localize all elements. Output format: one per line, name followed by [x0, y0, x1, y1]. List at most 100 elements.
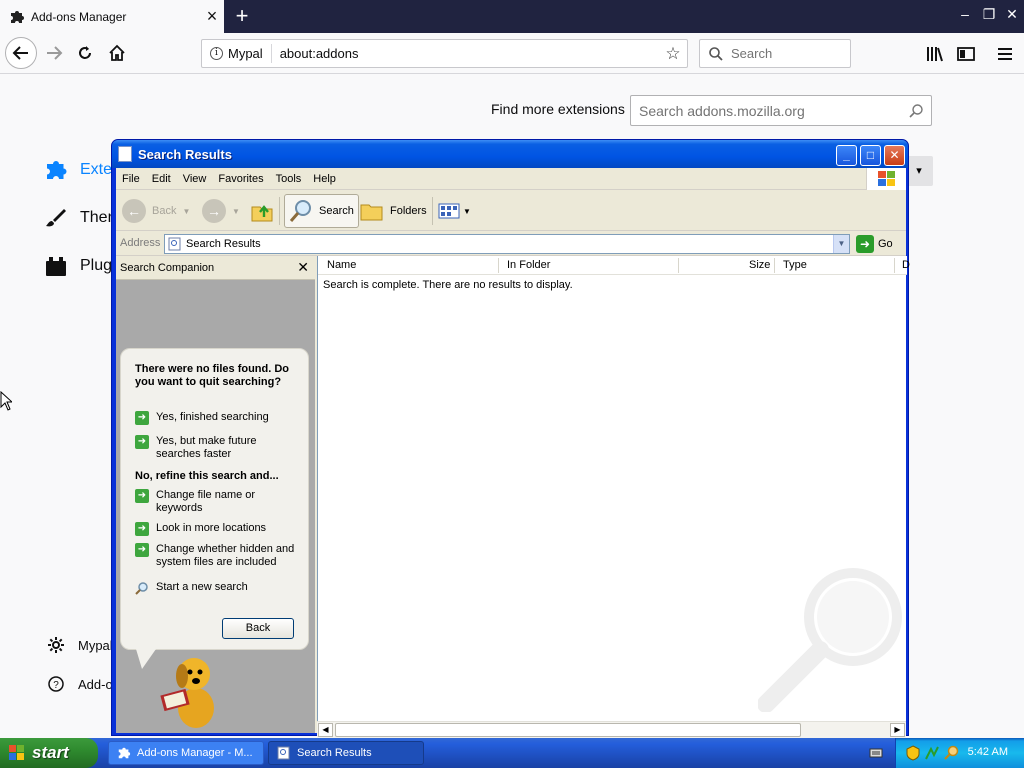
green-arrow-icon: ➜: [135, 522, 149, 536]
toolbar-separator: [279, 197, 280, 225]
column-separator[interactable]: [498, 258, 499, 273]
window-title-bar[interactable]: Search Results _ □ ✕: [112, 140, 908, 168]
hamburger-menu-icon[interactable]: [995, 44, 1015, 64]
category-themes[interactable]: Then: [44, 206, 116, 230]
close-browser-icon[interactable]: ✕: [1002, 4, 1022, 24]
home-button[interactable]: [103, 39, 131, 67]
no-files-question: There were no files found. Do you want t…: [135, 363, 290, 388]
option-faster-searches[interactable]: ➜ Yes, but make future searches faster: [135, 435, 295, 461]
forward-toolbar-button[interactable]: → ▼: [202, 194, 240, 228]
column-name[interactable]: Name: [327, 259, 356, 271]
security-shield-icon[interactable]: [906, 745, 920, 761]
empty-results-message: Search is complete. There are no results…: [323, 279, 573, 291]
address-input[interactable]: Search Results ▼: [164, 234, 850, 254]
option-new-search[interactable]: Start a new search: [135, 581, 248, 595]
browser-search-bar[interactable]: Search: [699, 39, 851, 68]
tab-addons-manager[interactable]: Add-ons Manager ×: [0, 0, 224, 33]
address-bar: Address Search Results ▼ ➜ Go: [116, 232, 906, 256]
menu-favorites[interactable]: Favorites: [212, 173, 269, 185]
nav-bar: i Mypal about:addons ☆ Search: [0, 33, 1024, 74]
green-arrow-icon: ➜: [135, 489, 149, 503]
minimize-button[interactable]: _: [836, 145, 857, 166]
menu-file[interactable]: File: [116, 173, 146, 185]
start-label: start: [32, 743, 69, 762]
tab-close-icon[interactable]: ×: [200, 6, 224, 27]
utilities-dropdown-button[interactable]: ▾: [905, 156, 933, 186]
horizontal-scrollbar[interactable]: ◀ ▶: [317, 721, 906, 738]
minimize-browser-icon[interactable]: –: [955, 4, 975, 24]
gear-icon: [48, 637, 64, 653]
url-bar[interactable]: i Mypal about:addons ☆: [201, 39, 688, 68]
window-client: File Edit View Favorites Tools Help ← Ba…: [116, 168, 910, 738]
windows-logo-icon: [866, 168, 906, 190]
column-size[interactable]: Size: [749, 259, 770, 271]
toolbar: ← Back ▼ → ▼ Search Folders ▼: [116, 191, 906, 231]
column-date[interactable]: D: [902, 259, 910, 271]
column-separator[interactable]: [774, 258, 775, 273]
system-tray: 5:42 AM: [895, 738, 1024, 768]
scroll-thumb[interactable]: [335, 723, 801, 737]
companion-back-button[interactable]: Back: [222, 618, 294, 639]
url-text[interactable]: about:addons: [280, 46, 659, 61]
folders-toolbar-button[interactable]: Folders: [360, 194, 427, 228]
back-toolbar-button[interactable]: ← Back ▼: [122, 194, 190, 228]
column-separator[interactable]: [894, 258, 895, 273]
identity-label: Mypal: [228, 46, 263, 61]
results-list[interactable]: Name In Folder Size Type D Search is com…: [317, 256, 910, 721]
address-dropdown-icon[interactable]: ▼: [833, 235, 849, 253]
scroll-left-icon[interactable]: ◀: [318, 723, 333, 737]
go-label: Go: [878, 238, 893, 250]
search-toolbar-button[interactable]: Search: [284, 194, 359, 228]
address-label: Address: [120, 237, 161, 249]
green-arrow-icon: ➜: [135, 435, 149, 449]
library-icon[interactable]: [925, 44, 945, 64]
start-button[interactable]: start: [0, 738, 98, 768]
close-button[interactable]: ✕: [884, 145, 905, 166]
option-more-locations[interactable]: ➜ Look in more locations: [135, 522, 266, 536]
category-extensions[interactable]: Exten: [44, 158, 121, 182]
tab-strip: Add-ons Manager × + – ❐ ✕: [0, 0, 1024, 33]
menu-tools[interactable]: Tools: [270, 173, 308, 185]
column-in-folder[interactable]: In Folder: [507, 259, 550, 271]
menu-edit[interactable]: Edit: [146, 173, 177, 185]
search-icon: [909, 103, 923, 118]
restore-browser-icon[interactable]: ❐: [979, 4, 999, 24]
up-folder-button[interactable]: [250, 194, 274, 228]
footer-label: Mypal: [78, 637, 113, 653]
go-button[interactable]: ➜ Go: [856, 235, 893, 253]
back-button[interactable]: [5, 37, 37, 69]
bookmark-star-icon[interactable]: ☆: [659, 44, 687, 64]
menu-view[interactable]: View: [177, 173, 213, 185]
amo-search-placeholder: Search addons.mozilla.org: [639, 102, 805, 119]
amo-search-input[interactable]: Search addons.mozilla.org: [630, 95, 932, 126]
reload-button[interactable]: [71, 39, 99, 67]
network-icon[interactable]: [924, 745, 940, 761]
search-results-doc-icon: [277, 746, 290, 760]
clock: 5:42 AM: [967, 746, 1008, 758]
taskbar-item-search-results[interactable]: Search Results: [268, 741, 424, 765]
taskbar-item-addons-manager[interactable]: Add-ons Manager - M...: [108, 741, 264, 765]
sidebar-icon[interactable]: [956, 44, 976, 64]
search-toolbar-label: Search: [319, 205, 354, 217]
keyboard-icon[interactable]: [869, 746, 883, 760]
scroll-right-icon[interactable]: ▶: [890, 723, 905, 737]
column-separator[interactable]: [678, 258, 679, 273]
search-tray-icon[interactable]: [944, 745, 960, 761]
option-finished-searching[interactable]: ➜ Yes, finished searching: [135, 411, 269, 425]
column-type[interactable]: Type: [783, 259, 807, 271]
option-change-file-name[interactable]: ➜ Change file name or keywords: [135, 489, 295, 515]
option-hidden-system-files[interactable]: ➜ Change whether hidden and system files…: [135, 543, 303, 569]
new-tab-button[interactable]: +: [230, 3, 254, 29]
close-companion-icon[interactable]: ✕: [297, 259, 309, 276]
footer-mypal-options[interactable]: Mypal: [48, 637, 113, 653]
forward-button[interactable]: [40, 39, 68, 67]
views-toolbar-button[interactable]: ▼: [438, 194, 471, 228]
site-identity[interactable]: i Mypal: [202, 44, 272, 63]
search-dog-icon: [160, 658, 214, 728]
info-icon: i: [210, 47, 223, 60]
footer-addons-support[interactable]: ? Add-o: [48, 676, 113, 692]
menu-help[interactable]: Help: [307, 173, 342, 185]
maximize-button[interactable]: □: [860, 145, 881, 166]
folder-up-icon: [251, 205, 273, 222]
svg-text:?: ?: [53, 680, 59, 691]
